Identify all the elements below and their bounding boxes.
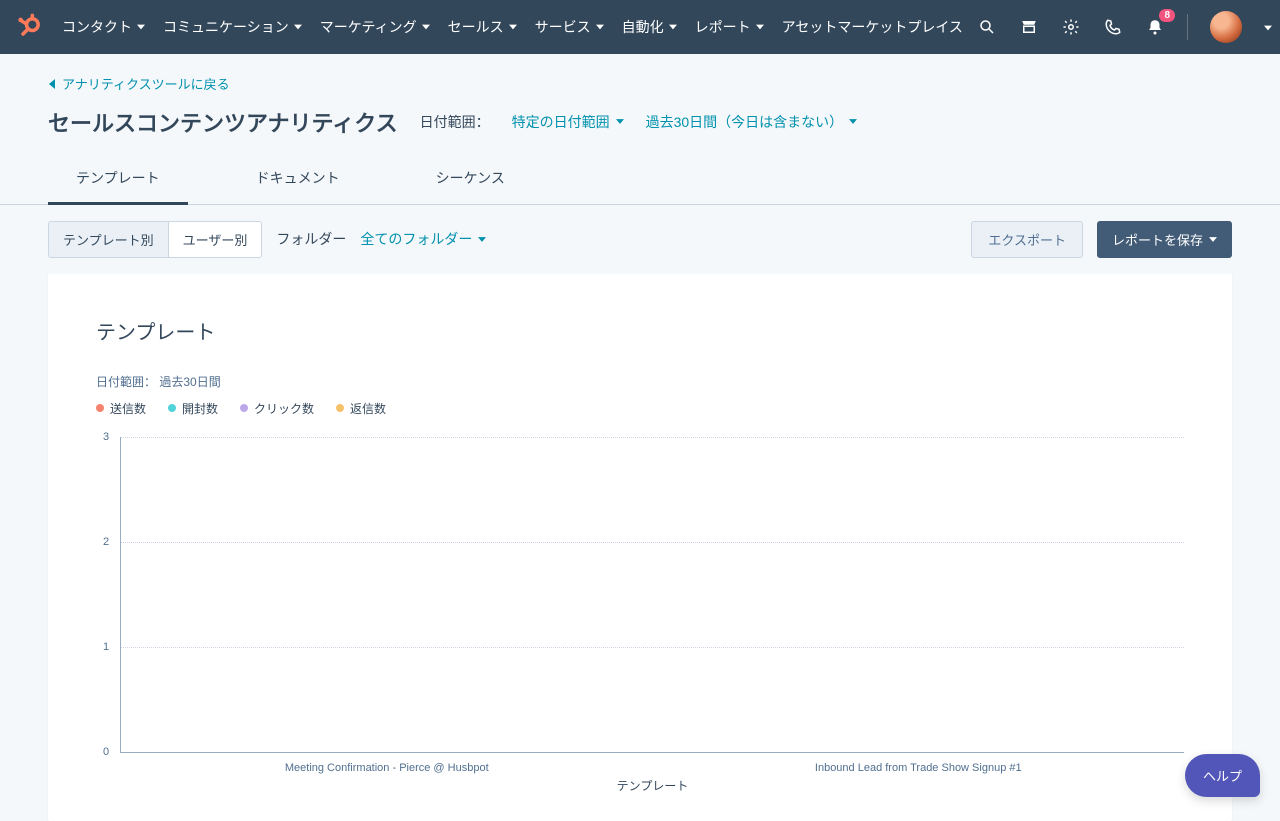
back-link-label: アナリティクスツールに戻る bbox=[62, 74, 230, 93]
chevron-left-icon bbox=[48, 79, 56, 89]
page-title: セールスコンテンツアナリティクス bbox=[48, 106, 398, 138]
search-icon[interactable] bbox=[977, 17, 997, 37]
tab-1[interactable]: ドキュメント bbox=[228, 156, 368, 205]
toolbar: テンプレート別 ユーザー別 フォルダー 全てのフォルダー エクスポート レポート… bbox=[0, 205, 1280, 274]
y-tick: 1 bbox=[103, 641, 109, 653]
date-range-label: 日付範囲： bbox=[420, 112, 490, 132]
nav-item[interactable]: マーケティング bbox=[320, 17, 430, 37]
legend-swatch-icon bbox=[168, 404, 176, 412]
notifications-bell-icon[interactable]: 8 bbox=[1145, 17, 1165, 37]
settings-gear-icon[interactable] bbox=[1061, 17, 1081, 37]
top-nav: コンタクトコミュニケーションマーケティングセールスサービス自動化レポートアセット… bbox=[0, 0, 1280, 54]
nav-right: 8 bbox=[965, 11, 1272, 43]
card-title: テンプレート bbox=[96, 316, 1184, 345]
folder-label: フォルダー bbox=[276, 229, 346, 249]
card-meta: 日付範囲： 過去30日間 bbox=[96, 373, 1184, 390]
legend-item[interactable]: 開封数 bbox=[168, 400, 218, 417]
date-value-dropdown[interactable]: 過去30日間（今日は含まない） bbox=[646, 112, 858, 132]
help-button[interactable]: ヘルプ bbox=[1185, 754, 1260, 797]
account-menu-caret-icon[interactable] bbox=[1264, 19, 1272, 35]
hubspot-logo-icon[interactable] bbox=[16, 13, 44, 41]
x-axis-label: テンプレート bbox=[617, 777, 689, 794]
chart-legend: 送信数 開封数 クリック数 返信数 bbox=[96, 400, 1184, 417]
chevron-down-icon bbox=[669, 23, 677, 31]
y-tick: 3 bbox=[103, 431, 109, 443]
y-tick: 0 bbox=[103, 746, 109, 758]
export-button[interactable]: エクスポート bbox=[971, 221, 1083, 258]
nav-menu: コンタクトコミュニケーションマーケティングセールスサービス自動化レポートアセット… bbox=[62, 17, 965, 37]
legend-item[interactable]: クリック数 bbox=[240, 400, 314, 417]
x-tick: Meeting Confirmation - Pierce @ Husbpot bbox=[285, 762, 489, 774]
nav-item[interactable]: セールス bbox=[448, 17, 517, 37]
chevron-down-icon bbox=[137, 23, 145, 31]
legend-swatch-icon bbox=[240, 404, 248, 412]
nav-item[interactable]: レポート bbox=[695, 17, 764, 37]
gridline bbox=[121, 437, 1184, 438]
nav-item[interactable]: コンタクト bbox=[62, 17, 145, 37]
chevron-down-icon bbox=[478, 237, 486, 242]
legend-swatch-icon bbox=[96, 404, 104, 412]
chevron-down-icon bbox=[756, 23, 764, 31]
chevron-down-icon bbox=[596, 23, 604, 31]
grouping-segmented-control: テンプレート別 ユーザー別 bbox=[48, 221, 262, 258]
bar-chart: テンプレート 0123Meeting Confirmation - Pierce… bbox=[120, 437, 1184, 797]
phone-icon[interactable] bbox=[1103, 17, 1123, 37]
legend-item[interactable]: 返信数 bbox=[336, 400, 386, 417]
nav-item[interactable]: アセットマーケットプレイス bbox=[782, 17, 965, 37]
legend-item[interactable]: 送信数 bbox=[96, 400, 146, 417]
nav-item[interactable]: コミュニケーション bbox=[163, 17, 302, 37]
chevron-down-icon bbox=[294, 23, 302, 31]
notification-badge: 8 bbox=[1159, 9, 1175, 22]
folder-dropdown[interactable]: 全てのフォルダー bbox=[360, 229, 486, 249]
group-by-template-button[interactable]: テンプレート別 bbox=[49, 222, 168, 257]
divider bbox=[1187, 14, 1188, 40]
x-tick: Inbound Lead from Trade Show Signup #1 bbox=[815, 762, 1022, 774]
chevron-down-icon bbox=[616, 119, 624, 124]
chart-card: テンプレート 日付範囲： 過去30日間 送信数 開封数 クリック数 返信数 テンプレー… bbox=[48, 274, 1232, 821]
chevron-down-icon bbox=[422, 23, 430, 31]
chevron-down-icon bbox=[849, 119, 857, 124]
chevron-down-icon bbox=[509, 23, 517, 31]
save-report-button[interactable]: レポートを保存 bbox=[1097, 221, 1232, 258]
tabs: テンプレートドキュメントシーケンス bbox=[0, 156, 1280, 205]
back-link[interactable]: アナリティクスツールに戻る bbox=[48, 74, 230, 93]
y-tick: 2 bbox=[103, 536, 109, 548]
group-by-user-button[interactable]: ユーザー別 bbox=[168, 222, 262, 257]
chevron-down-icon bbox=[1209, 237, 1217, 242]
gridline bbox=[121, 542, 1184, 543]
legend-swatch-icon bbox=[336, 404, 344, 412]
gridline bbox=[121, 647, 1184, 648]
nav-item[interactable]: 自動化 bbox=[622, 17, 677, 37]
marketplace-icon[interactable] bbox=[1019, 17, 1039, 37]
date-type-dropdown[interactable]: 特定の日付範囲 bbox=[512, 112, 624, 132]
tab-2[interactable]: シーケンス bbox=[408, 156, 533, 205]
tab-0[interactable]: テンプレート bbox=[48, 156, 188, 205]
user-avatar[interactable] bbox=[1210, 11, 1242, 43]
nav-item[interactable]: サービス bbox=[535, 17, 604, 37]
